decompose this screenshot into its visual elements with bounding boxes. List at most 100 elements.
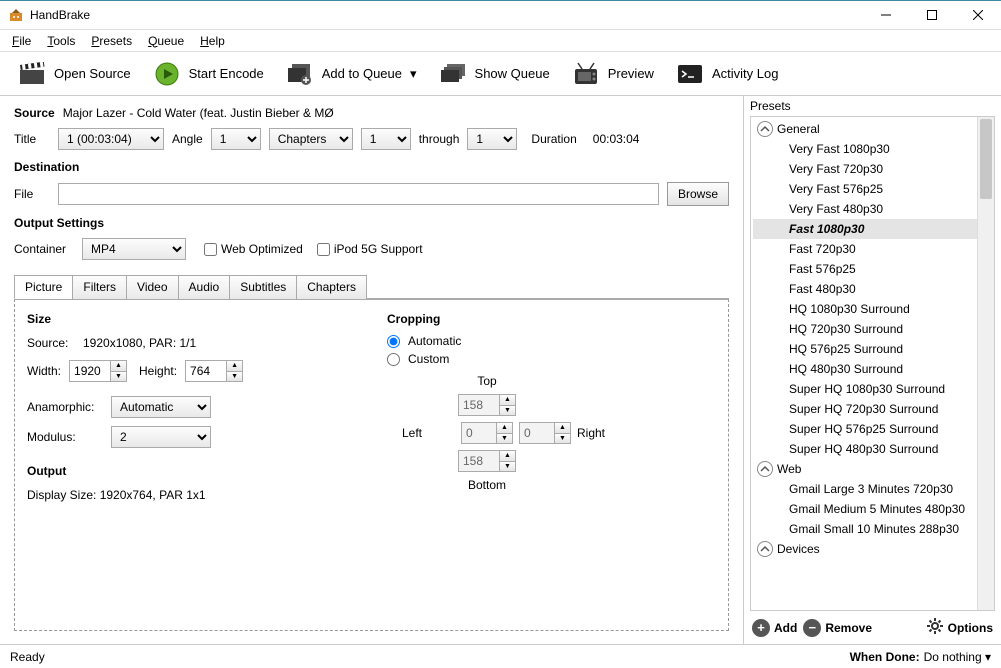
height-label: Height:	[139, 364, 177, 378]
preset-item[interactable]: Gmail Large 3 Minutes 720p30	[753, 479, 994, 499]
activity-log-button[interactable]: Activity Log	[668, 58, 786, 90]
preset-group[interactable]: General	[753, 119, 994, 139]
up-icon[interactable]: ▲	[111, 361, 126, 372]
preset-item[interactable]: Fast 576p25	[753, 259, 994, 279]
through-label: through	[419, 132, 460, 146]
title-select[interactable]: 1 (00:03:04)	[58, 128, 164, 150]
crop-left-spinner[interactable]: ▲▼	[461, 422, 513, 444]
preset-item[interactable]: Gmail Small 10 Minutes 288p30	[753, 519, 994, 539]
ipod-checkbox[interactable]: iPod 5G Support	[317, 242, 423, 256]
start-encode-button[interactable]: Start Encode	[145, 58, 272, 90]
menu-help[interactable]: Help	[194, 32, 231, 50]
show-queue-button[interactable]: Show Queue	[431, 58, 558, 90]
preset-item[interactable]: Fast 1080p30	[753, 219, 994, 239]
height-spinner[interactable]: ▲▼	[185, 360, 243, 382]
crop-bottom-label: Bottom	[468, 478, 506, 492]
chapter-to-select[interactable]: 1	[467, 128, 517, 150]
preset-item[interactable]: Super HQ 1080p30 Surround	[753, 379, 994, 399]
tab-audio[interactable]: Audio	[178, 275, 231, 299]
preset-item[interactable]: Gmail Medium 5 Minutes 480p30	[753, 499, 994, 519]
crop-top-spinner[interactable]: ▲▼	[458, 394, 516, 416]
size-heading: Size	[27, 312, 357, 326]
tab-subtitles[interactable]: Subtitles	[229, 275, 297, 299]
preset-item[interactable]: Very Fast 576p25	[753, 179, 994, 199]
preview-button[interactable]: Preview	[564, 58, 662, 90]
source-label: Source	[14, 106, 55, 120]
crop-right-spinner[interactable]: ▲▼	[519, 422, 571, 444]
crop-left-label: Left	[402, 426, 422, 440]
gear-icon	[926, 617, 944, 638]
play-icon	[153, 62, 181, 86]
preset-group[interactable]: Web	[753, 459, 994, 479]
preset-item[interactable]: Very Fast 720p30	[753, 159, 994, 179]
dropdown-caret-icon: ▾	[410, 66, 417, 82]
scrollbar-thumb[interactable]	[980, 119, 992, 199]
show-queue-label: Show Queue	[475, 66, 550, 81]
tab-picture[interactable]: Picture	[14, 275, 73, 299]
width-spinner[interactable]: ▲▼	[69, 360, 127, 382]
menu-queue[interactable]: Queue	[142, 32, 190, 50]
preset-item[interactable]: Very Fast 480p30	[753, 199, 994, 219]
preset-remove-button[interactable]: − Remove	[803, 619, 872, 637]
presets-heading: Presets	[744, 96, 1001, 116]
scrollbar[interactable]	[977, 117, 994, 610]
statusbar: Ready When Done: Do nothing ▾	[0, 644, 1001, 668]
web-optimized-checkbox[interactable]: Web Optimized	[204, 242, 303, 256]
menu-file[interactable]: File	[6, 32, 37, 50]
tabs: Picture Filters Video Audio Subtitles Ch…	[14, 274, 729, 299]
crop-automatic-radio[interactable]: Automatic	[387, 334, 716, 348]
browse-button[interactable]: Browse	[667, 182, 729, 206]
tab-chapters[interactable]: Chapters	[296, 275, 367, 299]
preset-group[interactable]: Devices	[753, 539, 994, 559]
preset-options-button[interactable]: Options	[926, 617, 993, 638]
display-size: Display Size: 1920x764, PAR 1x1	[27, 488, 357, 502]
width-label: Width:	[27, 364, 61, 378]
up-icon[interactable]: ▲	[227, 361, 242, 372]
preset-item[interactable]: HQ 1080p30 Surround	[753, 299, 994, 319]
crop-bottom-spinner[interactable]: ▲▼	[458, 450, 516, 472]
when-done-label: When Done:	[850, 650, 920, 664]
app-icon	[8, 7, 24, 23]
modulus-select[interactable]: 2	[111, 426, 211, 448]
preset-item[interactable]: HQ 576p25 Surround	[753, 339, 994, 359]
preset-item[interactable]: Super HQ 480p30 Surround	[753, 439, 994, 459]
terminal-icon	[676, 62, 704, 86]
angle-select[interactable]: 1	[211, 128, 261, 150]
maximize-button[interactable]	[909, 0, 955, 30]
menu-tools[interactable]: Tools	[41, 32, 81, 50]
preset-item[interactable]: HQ 720p30 Surround	[753, 319, 994, 339]
preset-item[interactable]: HQ 480p30 Surround	[753, 359, 994, 379]
toolbar: Open Source Start Encode Add to Queue ▾ …	[0, 52, 1001, 96]
file-input[interactable]	[58, 183, 659, 205]
anamorphic-select[interactable]: Automatic	[111, 396, 211, 418]
down-icon[interactable]: ▼	[227, 372, 242, 382]
crop-custom-radio[interactable]: Custom	[387, 352, 716, 366]
destination-label: Destination	[14, 160, 729, 174]
preset-item[interactable]: Super HQ 720p30 Surround	[753, 399, 994, 419]
preset-item[interactable]: Fast 720p30	[753, 239, 994, 259]
window-title: HandBrake	[30, 8, 863, 22]
minimize-button[interactable]	[863, 0, 909, 30]
tab-filters[interactable]: Filters	[72, 275, 127, 299]
duration-label: Duration	[531, 132, 576, 146]
when-done-dropdown[interactable]: Do nothing ▾	[924, 650, 991, 664]
clapperboard-icon	[18, 62, 46, 86]
range-type-select[interactable]: Chapters	[269, 128, 353, 150]
add-to-queue-button[interactable]: Add to Queue ▾	[278, 58, 425, 90]
duration-value: 00:03:04	[593, 132, 640, 146]
preset-add-button[interactable]: + Add	[752, 619, 797, 637]
preset-item[interactable]: Fast 480p30	[753, 279, 994, 299]
source-name: Major Lazer - Cold Water (feat. Justin B…	[63, 106, 334, 120]
container-select[interactable]: MP4	[82, 238, 186, 260]
menu-presets[interactable]: Presets	[85, 32, 138, 50]
preset-item[interactable]: Super HQ 576p25 Surround	[753, 419, 994, 439]
close-button[interactable]	[955, 0, 1001, 30]
down-icon[interactable]: ▼	[111, 372, 126, 382]
output-settings-label: Output Settings	[14, 216, 729, 230]
minus-icon: −	[803, 619, 821, 637]
preset-item[interactable]: Very Fast 1080p30	[753, 139, 994, 159]
chapter-from-select[interactable]: 1	[361, 128, 411, 150]
titlebar: HandBrake	[0, 0, 1001, 30]
open-source-button[interactable]: Open Source	[10, 58, 139, 90]
tab-video[interactable]: Video	[126, 275, 178, 299]
